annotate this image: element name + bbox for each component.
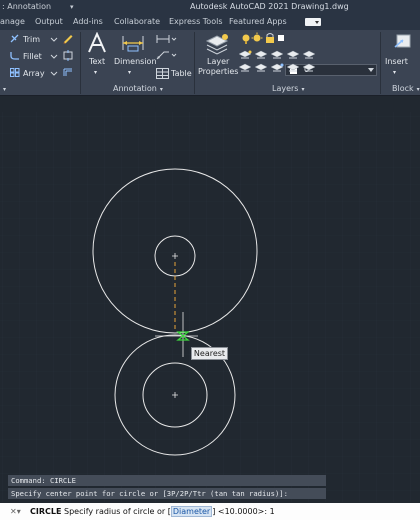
layer-properties-label-line1[interactable]: Layer (207, 57, 229, 67)
tab-add-ins[interactable]: Add-ins (73, 14, 103, 30)
ribbon-state-toggle[interactable] (305, 18, 321, 26)
layer-state-icons[interactable] (240, 32, 284, 46)
insert-block-icon[interactable] (392, 33, 414, 53)
fillet-button[interactable]: Fillet (10, 51, 42, 63)
insert-button-label[interactable]: Insert (385, 57, 408, 67)
chevron-down-icon[interactable] (171, 52, 177, 58)
osnap-tooltip: Nearest (191, 347, 228, 360)
command-input[interactable]: 1 (270, 507, 275, 516)
panel-divider (380, 32, 381, 94)
layers-panel-title: Layers (272, 84, 299, 93)
pencil-icon[interactable] (62, 33, 74, 44)
tab-express-tools[interactable]: Express Tools (169, 14, 223, 30)
ribbon: Trim Fillet Array ▾ Text ▾ Dimension ▾ T… (0, 30, 420, 96)
panel-divider (80, 32, 81, 94)
annotation-panel-title: Annotation (113, 84, 157, 93)
layer-properties-icon[interactable] (205, 33, 229, 55)
array-icon (10, 68, 20, 77)
drawing-canvas[interactable] (0, 112, 420, 502)
fillet-dropdown-icon[interactable] (50, 52, 58, 61)
fillet-icon (10, 52, 19, 60)
offset-icon[interactable] (62, 67, 74, 78)
command-history-line: Command: CIRCLE (8, 475, 326, 486)
command-prompt: CIRCLE Specify radius of circle or [Diam… (30, 506, 275, 517)
tab-manage[interactable]: anage (0, 14, 25, 30)
linear-dimension-icon[interactable] (156, 34, 170, 44)
chevron-down-icon[interactable]: ▾ (128, 68, 131, 78)
trim-icon (10, 34, 19, 43)
ribbon-tabs: anage Output Add-ins Collaborate Express… (0, 14, 420, 30)
window-title: Autodesk AutoCAD 2021 Drawing1.dwg (190, 2, 349, 11)
command-history-line: Specify center point for circle or [3P/2… (8, 488, 326, 499)
tab-featured-apps[interactable]: Featured Apps (229, 14, 287, 30)
block-panel-title: Block (392, 84, 414, 93)
workspace-switcher[interactable]: : Annotation (2, 0, 51, 14)
leader-icon[interactable] (156, 50, 170, 60)
tab-collaborate[interactable]: Collaborate (114, 14, 160, 30)
chevron-down-icon[interactable]: ▾ (393, 68, 396, 78)
chevron-down-icon[interactable] (171, 36, 177, 42)
prompt-text-before: Specify radius of circle or (61, 507, 168, 516)
array-dropdown-icon[interactable] (50, 69, 58, 78)
layers-panel-label[interactable]: Layers ▾ (272, 83, 305, 95)
trim-label: Trim (23, 35, 41, 44)
table-button-label[interactable]: Table (171, 68, 192, 80)
chevron-down-icon: ▾ (301, 86, 305, 93)
prompt-text-after: <10.0000>: (215, 507, 270, 516)
panel-divider (194, 32, 195, 94)
chevron-down-icon[interactable]: ▾ (70, 0, 74, 14)
modify-panel-label[interactable]: ▾ (0, 83, 6, 95)
active-command: CIRCLE (30, 507, 62, 516)
trim-button[interactable]: Trim (10, 34, 40, 46)
table-icon[interactable] (156, 68, 169, 79)
text-button-label[interactable]: Text (89, 57, 105, 67)
command-line[interactable]: ✕▾ CIRCLE Specify radius of circle or [D… (0, 503, 420, 520)
text-icon[interactable] (86, 32, 108, 54)
chevron-down-icon: ▾ (3, 86, 7, 93)
array-label: Array (23, 69, 45, 78)
title-bar: : Annotation ▾ Autodesk AutoCAD 2021 Dra… (0, 0, 420, 14)
tab-output[interactable]: Output (35, 14, 63, 30)
diameter-option[interactable]: Diameter (170, 506, 213, 517)
dimension-button-label[interactable]: Dimension (114, 57, 157, 67)
block-panel-label[interactable]: Block ▾ (392, 83, 420, 95)
trim-dropdown-icon[interactable] (50, 35, 58, 44)
layer-properties-label-line2[interactable]: Properties (198, 67, 238, 77)
command-line-icon[interactable]: ✕▾ (10, 503, 21, 520)
explode-icon[interactable] (62, 50, 74, 61)
chevron-down-icon (368, 68, 374, 72)
chevron-down-icon: ▾ (159, 86, 163, 93)
chevron-down-icon: ▾ (416, 86, 420, 93)
chevron-down-icon[interactable]: ▾ (94, 68, 97, 78)
annotation-panel-label[interactable]: Annotation ▾ (113, 83, 163, 95)
fillet-label: Fillet (23, 52, 42, 61)
array-button[interactable]: Array (10, 68, 45, 80)
dimension-icon[interactable] (120, 32, 146, 54)
layer-tools-icons[interactable] (238, 48, 318, 82)
